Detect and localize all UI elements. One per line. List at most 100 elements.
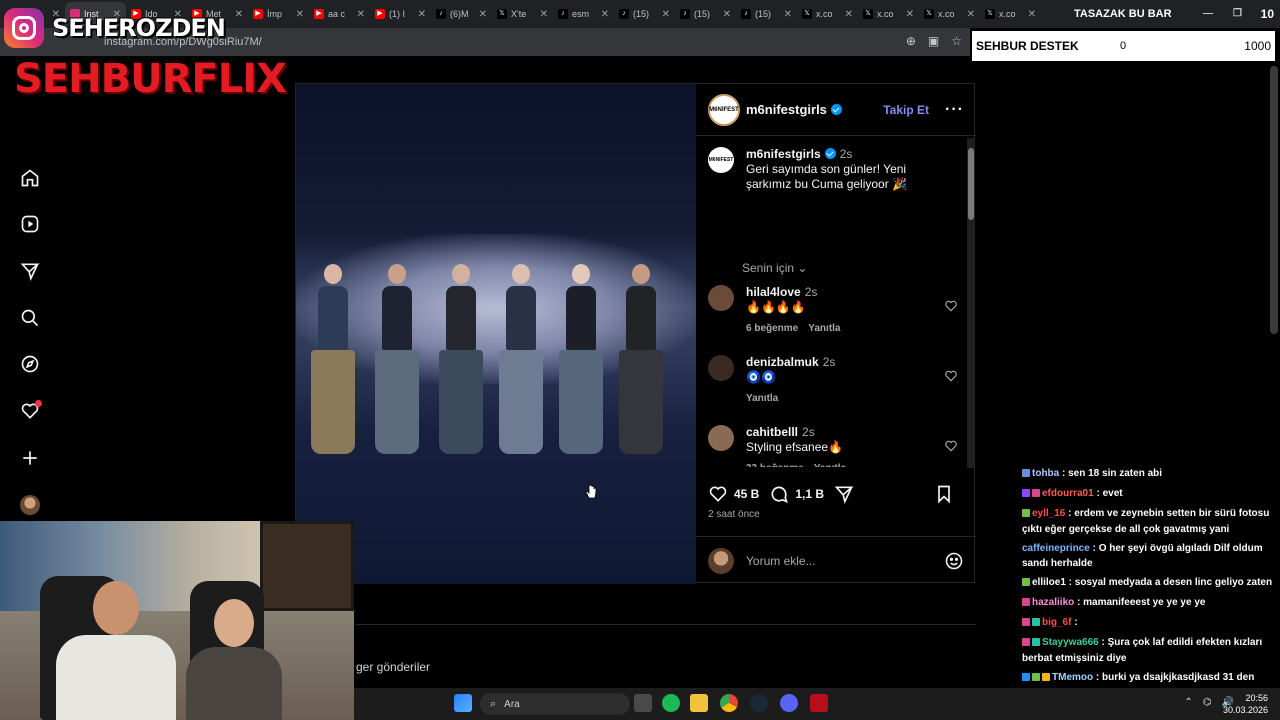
close-icon[interactable]: ✕ <box>723 9 731 20</box>
share-icon <box>834 486 854 504</box>
commenter-avatar[interactable] <box>708 355 734 381</box>
chat-badge-icon <box>1032 673 1040 681</box>
browser-tab[interactable]: ♪ (15) ✕ <box>736 2 797 26</box>
browser-tab[interactable]: 𝕏x.co ✕ <box>858 2 919 26</box>
chat-username[interactable]: caffeineprince <box>1022 543 1090 554</box>
close-icon[interactable]: ✕ <box>601 9 609 20</box>
browser-tab[interactable]: ♪ esm ✕ <box>553 2 614 26</box>
comment-likes[interactable]: 6 beğenme <box>746 323 798 334</box>
file-explorer-icon[interactable] <box>690 694 708 712</box>
browser-tab[interactable]: ▶ İmp ✕ <box>248 2 309 26</box>
close-icon[interactable]: ✕ <box>784 9 792 20</box>
comment-button[interactable]: 1,1 B <box>769 484 824 504</box>
comment-like-heart-icon[interactable] <box>944 439 958 453</box>
chat-message: big_6f : <box>1022 615 1274 631</box>
chat-username[interactable]: big_6f <box>1042 617 1071 628</box>
chat-message: Stayywa666 : Şura çok laf edildi efekten… <box>1022 637 1263 664</box>
app-icon[interactable] <box>810 694 828 712</box>
screenshot-icon[interactable]: ▣ <box>928 34 939 48</box>
chat-username[interactable]: efdourra01 <box>1042 488 1094 499</box>
start-menu-icon[interactable] <box>454 694 472 712</box>
tab-label: x.co <box>938 9 955 19</box>
chat-username[interactable]: eyll_16 <box>1032 508 1065 519</box>
reels-icon[interactable] <box>20 214 40 234</box>
browser-tab[interactable]: 𝕏x.co ✕ <box>980 2 1041 26</box>
emoji-icon[interactable] <box>944 551 964 571</box>
like-button[interactable]: 45 B <box>708 484 759 504</box>
tab-favicon-icon: ♪ <box>436 9 446 19</box>
chat-username[interactable]: elliloe1 <box>1032 577 1066 588</box>
minimize-icon[interactable]: — <box>1203 0 1213 28</box>
steam-icon[interactable] <box>750 694 768 712</box>
close-icon[interactable]: ✕ <box>235 9 243 20</box>
close-icon[interactable]: ✕ <box>296 9 304 20</box>
commenter-avatar[interactable] <box>708 285 734 311</box>
search-icon[interactable] <box>20 308 40 328</box>
chat-username[interactable]: TMemoo <box>1052 672 1093 683</box>
restore-icon[interactable]: ❐ <box>1233 0 1242 28</box>
discord-icon[interactable] <box>780 694 798 712</box>
reply-button[interactable]: Yanıtla <box>808 323 840 334</box>
reply-button[interactable]: Yanıtla <box>746 393 778 404</box>
browser-tab[interactable]: 𝕏x.co ✕ <box>797 2 858 26</box>
browser-tab[interactable]: ♪ (15) ✕ <box>614 2 675 26</box>
browser-tab[interactable]: ♪ (6)M ✕ <box>431 2 492 26</box>
close-icon[interactable]: ✕ <box>967 9 975 20</box>
commenter-name[interactable]: cahitbelll <box>746 425 798 439</box>
chat-username[interactable]: Stayywa666 <box>1042 637 1099 648</box>
comments-scrollbar[interactable] <box>967 138 975 468</box>
chat-badge-icon <box>1032 638 1040 646</box>
system-clock[interactable]: 20:56 30.03.2026 <box>1223 692 1268 716</box>
profile-avatar[interactable] <box>20 495 40 515</box>
author-avatar[interactable]: M6NIFEST <box>708 93 740 126</box>
close-icon[interactable]: ✕ <box>662 9 670 20</box>
close-icon[interactable]: ✕ <box>418 9 426 20</box>
chat-username[interactable]: hazaliiko <box>1032 597 1074 608</box>
browser-tab[interactable]: 𝕏 X'te ✕ <box>492 2 553 26</box>
reply-button[interactable]: Yanıtla <box>814 463 846 467</box>
close-icon[interactable]: ✕ <box>845 9 853 20</box>
network-icon[interactable]: ⌬ <box>1203 697 1212 708</box>
taskbar-search[interactable]: ⌕ Ara <box>480 693 630 715</box>
close-icon[interactable]: ✕ <box>906 9 914 20</box>
save-button[interactable] <box>934 484 954 504</box>
chrome-icon[interactable] <box>720 694 738 712</box>
comment-likes[interactable]: 33 beğenme <box>746 463 804 467</box>
chat-username[interactable]: tohba <box>1032 468 1059 479</box>
spotify-icon[interactable] <box>662 694 680 712</box>
close-icon[interactable]: ✕ <box>540 9 548 20</box>
task-view-icon[interactable] <box>634 694 652 712</box>
author-name[interactable]: m6nifestgirls <box>746 102 842 117</box>
comments-list[interactable]: M6NIFEST m6nifestgirls 2s Geri sayımda so… <box>696 137 976 467</box>
caption-avatar[interactable]: M6NIFEST <box>708 147 734 173</box>
home-icon[interactable] <box>20 168 40 188</box>
close-icon[interactable]: ✕ <box>357 9 365 20</box>
page-scrollbar[interactable] <box>1270 66 1278 334</box>
share-button[interactable] <box>834 484 854 504</box>
direct-message-icon[interactable] <box>20 261 40 281</box>
comment-input[interactable] <box>746 553 944 568</box>
for-you-dropdown[interactable]: Senin için ⌄ <box>742 261 807 275</box>
more-options-icon[interactable]: ··· <box>945 101 964 119</box>
chat-badge-icon <box>1022 489 1030 497</box>
browser-tab[interactable]: ▶ aa c ✕ <box>309 2 370 26</box>
create-plus-icon[interactable] <box>20 448 40 468</box>
close-icon[interactable]: ✕ <box>1028 9 1036 20</box>
comment-like-heart-icon[interactable] <box>944 369 958 383</box>
post-image[interactable] <box>296 84 696 584</box>
star-icon[interactable]: ☆ <box>951 34 962 48</box>
notifications-heart-icon[interactable] <box>20 400 42 421</box>
tray-chevron-icon[interactable]: ⌃ <box>1184 697 1192 708</box>
commenter-name[interactable]: hilal4love <box>746 285 801 299</box>
commenter-name[interactable]: denizbalmuk <box>746 355 819 369</box>
comment-like-heart-icon[interactable] <box>944 299 958 313</box>
explore-icon[interactable] <box>20 354 40 374</box>
zoom-icon[interactable]: ⊕ <box>906 34 916 48</box>
browser-tab[interactable]: 𝕏x.co ✕ <box>919 2 980 26</box>
streamer-overlay: SEHEROZDEN <box>4 8 226 48</box>
browser-tab[interactable]: ♪ (15) ✕ <box>675 2 736 26</box>
close-icon[interactable]: ✕ <box>479 9 487 20</box>
commenter-avatar[interactable] <box>708 425 734 451</box>
follow-button[interactable]: Takip Et <box>883 103 929 117</box>
browser-tab[interactable]: ▶ (1) I ✕ <box>370 2 431 26</box>
